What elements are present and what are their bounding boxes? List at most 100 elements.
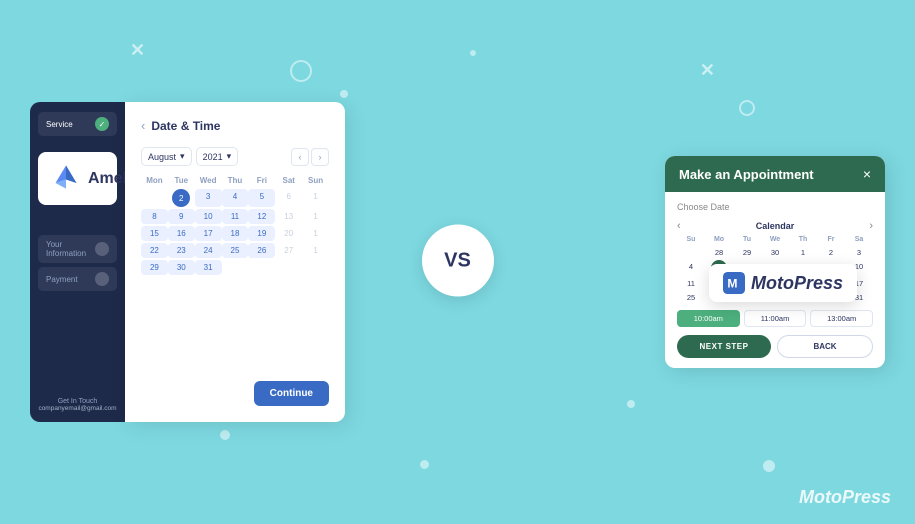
- decoration: [290, 60, 312, 82]
- vs-label: VS: [422, 225, 494, 297]
- date-selects-row: August ▾ 2021 ▾ ‹ ›: [141, 147, 329, 166]
- amelia-sidebar: Service ✓ Amelia Your Information: [30, 102, 125, 422]
- nav-arrows: ‹ ›: [291, 148, 329, 166]
- cal-cell[interactable]: 31: [195, 260, 222, 275]
- cal-cell[interactable]: 5: [248, 189, 275, 207]
- mp-cal-cell[interactable]: 3: [845, 246, 873, 259]
- motopress-logo-text: MotoPress: [751, 273, 843, 294]
- motopress-logo-icon: M: [723, 272, 745, 294]
- service-label: Service: [46, 120, 73, 129]
- mp-close-button[interactable]: ×: [863, 166, 871, 182]
- amelia-panel: Service ✓ Amelia Your Information: [30, 102, 345, 422]
- cal-cell: 13: [275, 209, 302, 224]
- mp-cal-cell[interactable]: 30: [761, 246, 789, 259]
- cal-cell[interactable]: 3: [195, 189, 222, 207]
- sidebar-bottom: Get In Touch companyemail@gmail.com: [38, 378, 117, 412]
- service-check-icon: ✓: [95, 117, 109, 131]
- next-month-arrow[interactable]: ›: [311, 148, 329, 166]
- sidebar-item-service[interactable]: Service ✓: [38, 112, 117, 136]
- svg-text:M: M: [727, 276, 737, 290]
- your-info-label: Your Information: [46, 240, 95, 258]
- decoration: ✕: [130, 40, 145, 61]
- mp-prev-month[interactable]: ‹: [677, 220, 681, 232]
- sidebar-email: companyemail@gmail.com: [38, 405, 117, 412]
- your-info-dot: [95, 242, 109, 256]
- cal-row-4: 22 23 24 25 26 27 1: [141, 243, 329, 258]
- back-button[interactable]: BACK: [777, 335, 873, 358]
- decoration: [220, 430, 230, 440]
- cal-cell[interactable]: 11: [222, 209, 249, 224]
- time-slot-1[interactable]: 10:00am: [677, 310, 740, 327]
- mp-next-month[interactable]: ›: [869, 220, 873, 232]
- decoration: [470, 50, 476, 56]
- mp-cal-row-0: 28 29 30 1 2 3: [677, 246, 873, 259]
- cal-cell-today[interactable]: 2: [172, 189, 190, 207]
- cal-cell[interactable]: 23: [168, 243, 195, 258]
- cal-cell[interactable]: 8: [141, 209, 168, 224]
- mp-cal-cell[interactable]: 1: [789, 246, 817, 259]
- cal-cell[interactable]: 25: [222, 243, 249, 258]
- continue-button[interactable]: Continue: [254, 381, 329, 406]
- motopress-logo-overlay: M MotoPress: [709, 264, 857, 302]
- mp-cal-cell[interactable]: 28: [705, 246, 733, 259]
- cal-row-5: 29 30 31: [141, 260, 329, 275]
- mp-time-slots: 10:00am 11:00am 13:00am: [677, 310, 873, 327]
- mp-cal-cell[interactable]: 29: [733, 246, 761, 259]
- decoration: [627, 400, 635, 408]
- cal-cell: 20: [275, 226, 302, 241]
- month-select[interactable]: August ▾: [141, 147, 192, 166]
- mp-cal-cell[interactable]: 4: [677, 260, 705, 276]
- cal-cell[interactable]: 18: [222, 226, 249, 241]
- cal-cell[interactable]: 26: [248, 243, 275, 258]
- cal-cell[interactable]: 22: [141, 243, 168, 258]
- cal-cell: 6: [275, 189, 302, 207]
- prev-month-arrow[interactable]: ‹: [291, 148, 309, 166]
- mp-cal-days-header: Su Mo Tu We Th Fr Sa: [677, 236, 873, 243]
- cal-cell[interactable]: 15: [141, 226, 168, 241]
- decoration: [340, 90, 348, 98]
- sidebar-item-your-info[interactable]: Your Information: [38, 235, 117, 263]
- mp-cal-cell[interactable]: 11: [677, 277, 705, 290]
- motopress-panel: M MotoPress Make an Appointment × Choose…: [665, 156, 885, 368]
- mp-cal-cell[interactable]: 2: [817, 246, 845, 259]
- amelia-cal-header: ‹ Date & Time: [141, 118, 329, 133]
- cal-cell[interactable]: 29: [141, 260, 168, 275]
- cal-row-3: 15 16 17 18 19 20 1: [141, 226, 329, 241]
- get-in-touch-label: Get In Touch: [38, 398, 117, 405]
- mp-cal-title: Calendar: [756, 221, 795, 231]
- time-slot-3[interactable]: 13:00am: [810, 310, 873, 327]
- cal-cell[interactable]: 10: [195, 209, 222, 224]
- cal-cell: 27: [275, 243, 302, 258]
- cal-cell: 1: [302, 209, 329, 224]
- payment-label: Payment: [46, 275, 78, 284]
- time-slot-2[interactable]: 11:00am: [744, 310, 807, 327]
- payment-dot: [95, 272, 109, 286]
- amelia-cal-title: Date & Time: [151, 119, 220, 133]
- motopress-watermark: MotoPress: [799, 487, 891, 508]
- amelia-calendar: Mon Tue Wed Thu Fri Sat Sun 2 3 4 5 6 1: [141, 176, 329, 369]
- cal-cell: 1: [302, 243, 329, 258]
- main-container: ✕ ✕ VS Service ✓: [0, 0, 915, 524]
- cal-cell[interactable]: 24: [195, 243, 222, 258]
- next-step-button[interactable]: NEXT STEP: [677, 335, 771, 358]
- year-select[interactable]: 2021 ▾: [196, 147, 239, 166]
- mp-cal-nav: ‹ Calendar ›: [677, 220, 873, 232]
- cal-cell[interactable]: 17: [195, 226, 222, 241]
- cal-cell[interactable]: 9: [168, 209, 195, 224]
- cal-cell[interactable]: 4: [222, 189, 249, 207]
- cal-row-2: 8 9 10 11 12 13 1: [141, 209, 329, 224]
- cal-days-header: Mon Tue Wed Thu Fri Sat Sun: [141, 176, 329, 185]
- cal-cell[interactable]: 16: [168, 226, 195, 241]
- decoration: [739, 100, 755, 116]
- sidebar-item-payment[interactable]: Payment: [38, 267, 117, 291]
- cal-cell: 1: [302, 189, 329, 207]
- mp-header: Make an Appointment ×: [665, 156, 885, 192]
- amelia-back-arrow[interactable]: ‹: [141, 118, 145, 133]
- cal-cell[interactable]: 19: [248, 226, 275, 241]
- cal-cell[interactable]: 30: [168, 260, 195, 275]
- amelia-logo-icon: [52, 162, 80, 195]
- cal-cell[interactable]: 12: [248, 209, 275, 224]
- mp-cal-cell[interactable]: 25: [677, 291, 705, 304]
- mp-choose-date-label: Choose Date: [677, 202, 873, 212]
- decoration: [763, 460, 775, 472]
